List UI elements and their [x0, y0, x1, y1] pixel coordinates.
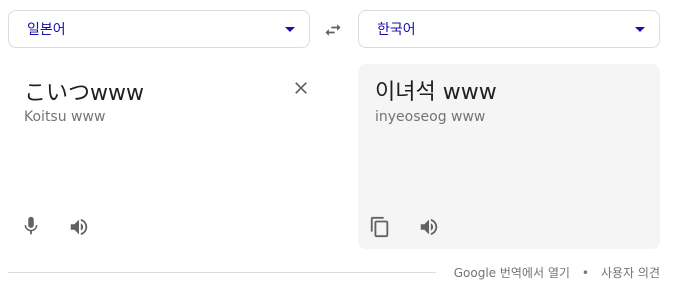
feedback-link[interactable]: 사용자 의견: [601, 264, 660, 281]
clear-button[interactable]: [291, 78, 311, 98]
microphone-icon: [24, 216, 38, 235]
microphone-button[interactable]: [19, 214, 43, 238]
footer-divider: [8, 272, 436, 273]
copy-button[interactable]: [368, 215, 392, 239]
source-panel: こいつwww Koitsu www: [8, 64, 318, 249]
target-language-label: 한국어: [377, 22, 416, 38]
source-language-select[interactable]: 일본어: [8, 10, 310, 48]
close-icon: [295, 82, 307, 94]
swap-languages-button[interactable]: [322, 19, 344, 41]
chevron-down-icon: [635, 26, 645, 32]
copy-icon: [370, 216, 389, 238]
source-speaker-button[interactable]: [67, 215, 91, 239]
target-panel: 이녀석 www inyeoseog www: [358, 64, 660, 249]
translated-text: 이녀석 www: [375, 80, 497, 105]
source-language-label: 일본어: [27, 22, 66, 38]
open-in-google-translate-link[interactable]: Google 번역에서 열기: [454, 264, 570, 281]
footer: Google 번역에서 열기 • 사용자 의견: [454, 264, 660, 281]
swap-arrows-icon: [325, 24, 341, 36]
translate-widget: 일본어 한국어 こいつwww Koitsu www 이녀석 www inyeos…: [0, 0, 674, 290]
speaker-icon: [420, 218, 438, 236]
source-romanization: Koitsu www: [24, 109, 106, 125]
source-text[interactable]: こいつwww: [24, 75, 144, 107]
chevron-down-icon: [285, 26, 295, 32]
target-romanization: inyeoseog www: [375, 109, 486, 125]
target-language-select[interactable]: 한국어: [358, 10, 660, 48]
speaker-icon: [70, 218, 88, 236]
footer-separator: •: [581, 265, 589, 280]
target-speaker-button[interactable]: [417, 215, 441, 239]
